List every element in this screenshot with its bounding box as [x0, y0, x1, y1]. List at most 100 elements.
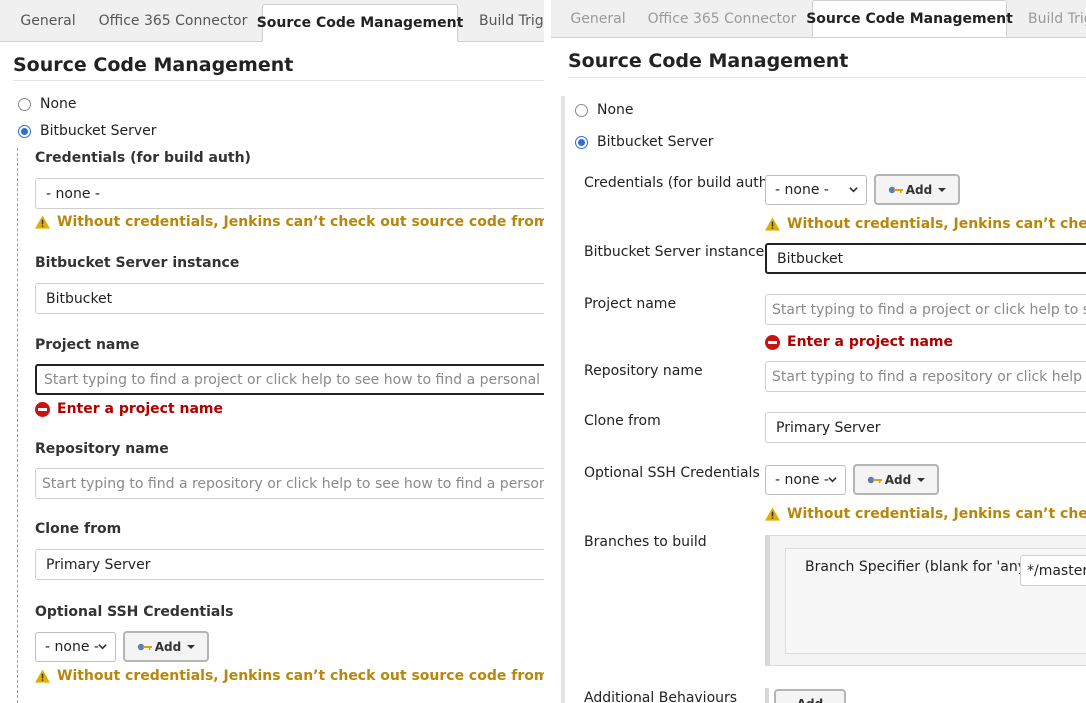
tab-office-365-connector[interactable]: Office 365 Connector	[643, 0, 801, 37]
behaviours-guide	[765, 688, 769, 703]
credentials-value: - none -	[775, 182, 829, 198]
credentials-select[interactable]: - none -	[765, 175, 867, 205]
project-input[interactable]: Start typing to find a project or click …	[765, 294, 1086, 325]
clone-label: Clone from	[35, 521, 122, 537]
warning-icon	[765, 507, 780, 521]
warning-icon	[35, 669, 50, 683]
repo-input[interactable]: Start typing to find a repository or cli…	[35, 468, 544, 499]
key-icon	[137, 643, 152, 650]
key-icon	[888, 186, 903, 193]
project-label: Project name	[584, 296, 677, 312]
radio-none-label: None	[597, 102, 634, 118]
radio-none[interactable]: None	[575, 102, 634, 118]
chevron-down-icon	[98, 644, 107, 650]
credentials-select[interactable]: - none -	[35, 178, 544, 209]
tab-source-code-management[interactable]: Source Code Management	[806, 0, 1013, 37]
ssh-warning-text: Without credentials, Jenkins can’t check…	[787, 506, 1086, 522]
project-error-text: Enter a project name	[787, 334, 954, 350]
right-panel: General Office 365 Connector Source Code…	[551, 0, 1086, 703]
project-error-text: Enter a project name	[57, 401, 224, 417]
caret-down-icon	[917, 477, 926, 482]
tab-build-triggers[interactable]: Build Trigg	[470, 0, 544, 41]
project-placeholder: Start typing to find a project or click …	[44, 371, 544, 388]
clone-select[interactable]: Primary Server	[35, 549, 544, 580]
tab-source-code-management[interactable]: Source Code Management	[257, 4, 463, 42]
key-icon	[867, 476, 882, 483]
repo-label: Repository name	[584, 363, 703, 379]
ssh-add-button[interactable]: Add	[853, 464, 939, 495]
credentials-label: Credentials (for build auth)	[35, 150, 251, 166]
tab-general[interactable]: General	[559, 0, 637, 37]
tab-build-triggers[interactable]: Build Trigg	[1019, 0, 1086, 37]
ssh-add-label: Add	[884, 472, 912, 487]
ssh-credentials-value: - none -	[775, 472, 829, 488]
tab-office-365-connector[interactable]: Office 365 Connector	[94, 0, 252, 41]
instance-label: Bitbucket Server instance	[584, 244, 765, 260]
warning-icon	[765, 217, 780, 231]
instance-label: Bitbucket Server instance	[35, 255, 240, 271]
radio-none-label: None	[40, 96, 77, 112]
options-guide	[17, 148, 18, 703]
credentials-warning: Without credentials, Jenkins can’t check…	[765, 216, 1086, 232]
ssh-credentials-value: - none -	[45, 639, 99, 655]
chevron-down-icon	[828, 477, 837, 483]
options-guide	[561, 96, 565, 703]
repo-input[interactable]: Start typing to find a repository or cli…	[765, 361, 1086, 392]
ssh-warning: Without credentials, Jenkins can’t check…	[765, 506, 1086, 522]
ssh-credentials-select[interactable]: - none -	[765, 465, 846, 495]
credentials-add-label: Add	[905, 182, 933, 197]
radio-none[interactable]: None	[18, 96, 77, 112]
ssh-label: Optional SSH Credentials	[584, 465, 760, 481]
caret-down-icon	[938, 187, 947, 192]
ssh-warning-text: Without credentials, Jenkins can’t check…	[57, 668, 544, 684]
title-rule	[13, 80, 544, 81]
radio-bitbucket-label: Bitbucket Server	[40, 123, 157, 139]
credentials-warning-text: Without credentials, Jenkins can’t check…	[787, 216, 1086, 232]
radio-bitbucket-dot[interactable]	[575, 135, 588, 149]
chevron-down-icon	[849, 187, 858, 193]
ssh-add-label: Add	[154, 639, 182, 654]
credentials-warning-text: Without credentials, Jenkins can’t check…	[57, 214, 544, 230]
credentials-warning: Without credentials, Jenkins can’t check…	[35, 214, 544, 230]
repo-label: Repository name	[35, 441, 169, 457]
clone-select[interactable]: Primary Server	[765, 412, 1086, 443]
instance-select[interactable]: Bitbucket	[765, 243, 1086, 274]
radio-bitbucket-server[interactable]: Bitbucket Server	[575, 134, 714, 150]
section-title: Source Code Management	[13, 54, 294, 76]
branch-spec-input[interactable]: */master	[1020, 555, 1086, 586]
ssh-label: Optional SSH Credentials	[35, 604, 234, 620]
ssh-warning: Without credentials, Jenkins can’t check…	[35, 668, 544, 684]
ssh-credentials-select[interactable]: - none -	[35, 632, 116, 662]
section-title: Source Code Management	[568, 50, 849, 72]
branch-spec-label: Branch Specifier (blank for 'any')	[805, 559, 1036, 575]
panel-divider	[544, 0, 551, 703]
credentials-label: Credentials (for build auth)	[584, 175, 774, 191]
caret-down-icon	[187, 644, 196, 649]
title-rule	[568, 77, 1086, 78]
branches-label: Branches to build	[584, 534, 707, 550]
radio-bitbucket-dot[interactable]	[18, 124, 31, 138]
project-error: Enter a project name	[35, 401, 223, 417]
tab-general[interactable]: General	[8, 0, 88, 41]
left-panel: General Office 365 Connector Source Code…	[0, 0, 544, 703]
tab-bar: General Office 365 Connector Source Code…	[551, 0, 1086, 38]
behaviours-label: Additional Behaviours	[584, 690, 738, 703]
scm-content: Source Code Management None Bitbucket Se…	[0, 42, 544, 703]
radio-bitbucket-label: Bitbucket Server	[597, 134, 714, 150]
error-icon	[35, 401, 50, 417]
error-icon	[765, 334, 780, 350]
scm-content: Source Code Management None Bitbucket Se…	[551, 38, 1086, 703]
behaviours-add-button[interactable]: Add	[774, 689, 846, 703]
project-input[interactable]: Start typing to find a project or click …	[35, 364, 544, 395]
radio-none-dot[interactable]	[18, 97, 31, 111]
warning-icon	[35, 215, 50, 229]
credentials-add-button[interactable]: Add	[874, 174, 960, 205]
radio-none-dot[interactable]	[575, 103, 588, 117]
project-label: Project name	[35, 337, 140, 353]
instance-select[interactable]: Bitbucket	[35, 283, 544, 314]
ssh-add-button[interactable]: Add	[123, 631, 209, 662]
tab-bar: General Office 365 Connector Source Code…	[0, 0, 544, 42]
project-error: Enter a project name	[765, 334, 953, 350]
radio-bitbucket-server[interactable]: Bitbucket Server	[18, 123, 157, 139]
clone-label: Clone from	[584, 413, 661, 429]
